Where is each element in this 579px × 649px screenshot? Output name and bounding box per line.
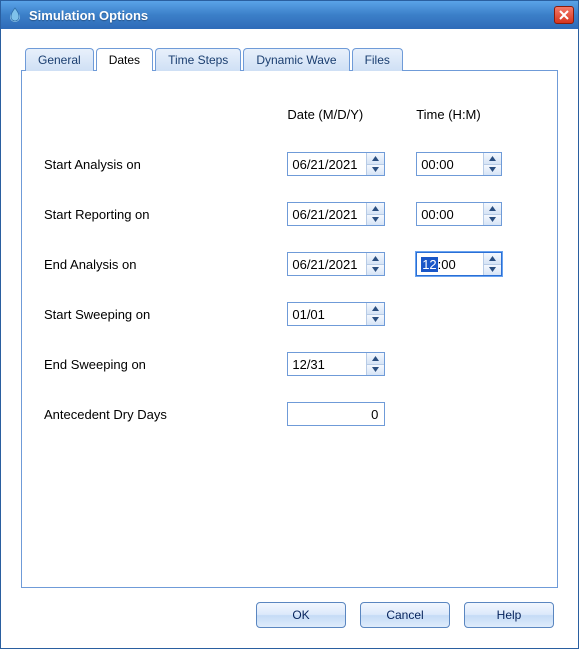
spin-up-button[interactable] xyxy=(484,153,501,165)
tab-label: Dynamic Wave xyxy=(256,53,336,67)
start-analysis-date-input[interactable]: 06/21/2021 xyxy=(287,152,385,176)
spin-down-button[interactable] xyxy=(367,315,384,326)
row-start-reporting: Start Reporting on 06/21/2021 00:00 xyxy=(44,189,535,239)
spin-down-button[interactable] xyxy=(484,265,501,276)
spin-up-button[interactable] xyxy=(367,203,384,215)
spin-up-button[interactable] xyxy=(367,353,384,365)
spin-up-button[interactable] xyxy=(484,253,501,265)
column-header-date: Date (M/D/Y) xyxy=(287,89,416,139)
chevron-up-icon xyxy=(489,206,496,211)
field-label: Start Sweeping on xyxy=(44,289,287,339)
tab-general[interactable]: General xyxy=(25,48,94,71)
tab-label: General xyxy=(38,53,81,67)
tab-dynamic-wave[interactable]: Dynamic Wave xyxy=(243,48,349,71)
row-end-sweeping: End Sweeping on 12/31 xyxy=(44,339,535,389)
chevron-up-icon xyxy=(372,206,379,211)
spin-down-button[interactable] xyxy=(367,165,384,176)
spin-up-button[interactable] xyxy=(367,303,384,315)
antecedent-dry-days-input[interactable] xyxy=(287,402,385,426)
chevron-up-icon xyxy=(489,256,496,261)
start-reporting-time-input[interactable]: 00:00 xyxy=(416,202,502,226)
app-icon xyxy=(7,7,23,23)
window-title: Simulation Options xyxy=(29,8,554,23)
column-header-time: Time (H:M) xyxy=(416,89,535,139)
chevron-down-icon xyxy=(489,217,496,222)
start-sweeping-date-input[interactable]: 01/01 xyxy=(287,302,385,326)
row-start-analysis: Start Analysis on 06/21/2021 00:00 xyxy=(44,139,535,189)
start-analysis-time-input[interactable]: 00:00 xyxy=(416,152,502,176)
field-label: Antecedent Dry Days xyxy=(44,389,287,439)
chevron-up-icon xyxy=(372,306,379,311)
chevron-down-icon xyxy=(372,167,379,172)
tab-label: Files xyxy=(365,53,390,67)
ok-button[interactable]: OK xyxy=(256,602,346,628)
row-dry-days: Antecedent Dry Days xyxy=(44,389,535,439)
close-button[interactable] xyxy=(554,6,574,24)
tabstrip: General Dates Time Steps Dynamic Wave Fi… xyxy=(25,47,558,70)
chevron-down-icon xyxy=(372,317,379,322)
chevron-up-icon xyxy=(372,356,379,361)
chevron-up-icon xyxy=(372,156,379,161)
spin-down-button[interactable] xyxy=(484,215,501,226)
field-label: Start Analysis on xyxy=(44,139,287,189)
chevron-down-icon xyxy=(372,267,379,272)
row-end-analysis: End Analysis on 06/21/2021 12:00 xyxy=(44,239,535,289)
spin-up-button[interactable] xyxy=(367,153,384,165)
client-area: General Dates Time Steps Dynamic Wave Fi… xyxy=(1,29,578,648)
spin-down-button[interactable] xyxy=(484,165,501,176)
tab-files[interactable]: Files xyxy=(352,48,403,71)
chevron-down-icon xyxy=(372,217,379,222)
help-button[interactable]: Help xyxy=(464,602,554,628)
tab-label: Time Steps xyxy=(168,53,228,67)
end-sweeping-date-input[interactable]: 12/31 xyxy=(287,352,385,376)
spin-down-button[interactable] xyxy=(367,265,384,276)
chevron-down-icon xyxy=(489,267,496,272)
tab-dates[interactable]: Dates xyxy=(96,48,153,71)
tabpanel-dates: Date (M/D/Y) Time (H:M) Start Analysis o… xyxy=(21,70,558,588)
end-analysis-date-input[interactable]: 06/21/2021 xyxy=(287,252,385,276)
close-icon xyxy=(559,10,569,20)
spin-up-button[interactable] xyxy=(484,203,501,215)
tab-time-steps[interactable]: Time Steps xyxy=(155,48,241,71)
spin-down-button[interactable] xyxy=(367,365,384,376)
time-selected-segment: 12 xyxy=(421,257,437,272)
tab-label: Dates xyxy=(109,53,140,67)
titlebar[interactable]: Simulation Options xyxy=(1,1,578,29)
dry-days-value[interactable] xyxy=(288,403,384,425)
row-start-sweeping: Start Sweeping on 01/01 xyxy=(44,289,535,339)
end-analysis-time-input[interactable]: 12:00 xyxy=(416,252,502,276)
field-label: End Analysis on xyxy=(44,239,287,289)
field-label: End Sweeping on xyxy=(44,339,287,389)
chevron-down-icon xyxy=(372,367,379,372)
spin-down-button[interactable] xyxy=(367,215,384,226)
chevron-down-icon xyxy=(489,167,496,172)
chevron-up-icon xyxy=(372,256,379,261)
button-bar: OK Cancel Help xyxy=(21,588,558,636)
field-label: Start Reporting on xyxy=(44,189,287,239)
cancel-button[interactable]: Cancel xyxy=(360,602,450,628)
simulation-options-window: Simulation Options General Dates Time St… xyxy=(0,0,579,649)
chevron-up-icon xyxy=(489,156,496,161)
start-reporting-date-input[interactable]: 06/21/2021 xyxy=(287,202,385,226)
spin-up-button[interactable] xyxy=(367,253,384,265)
